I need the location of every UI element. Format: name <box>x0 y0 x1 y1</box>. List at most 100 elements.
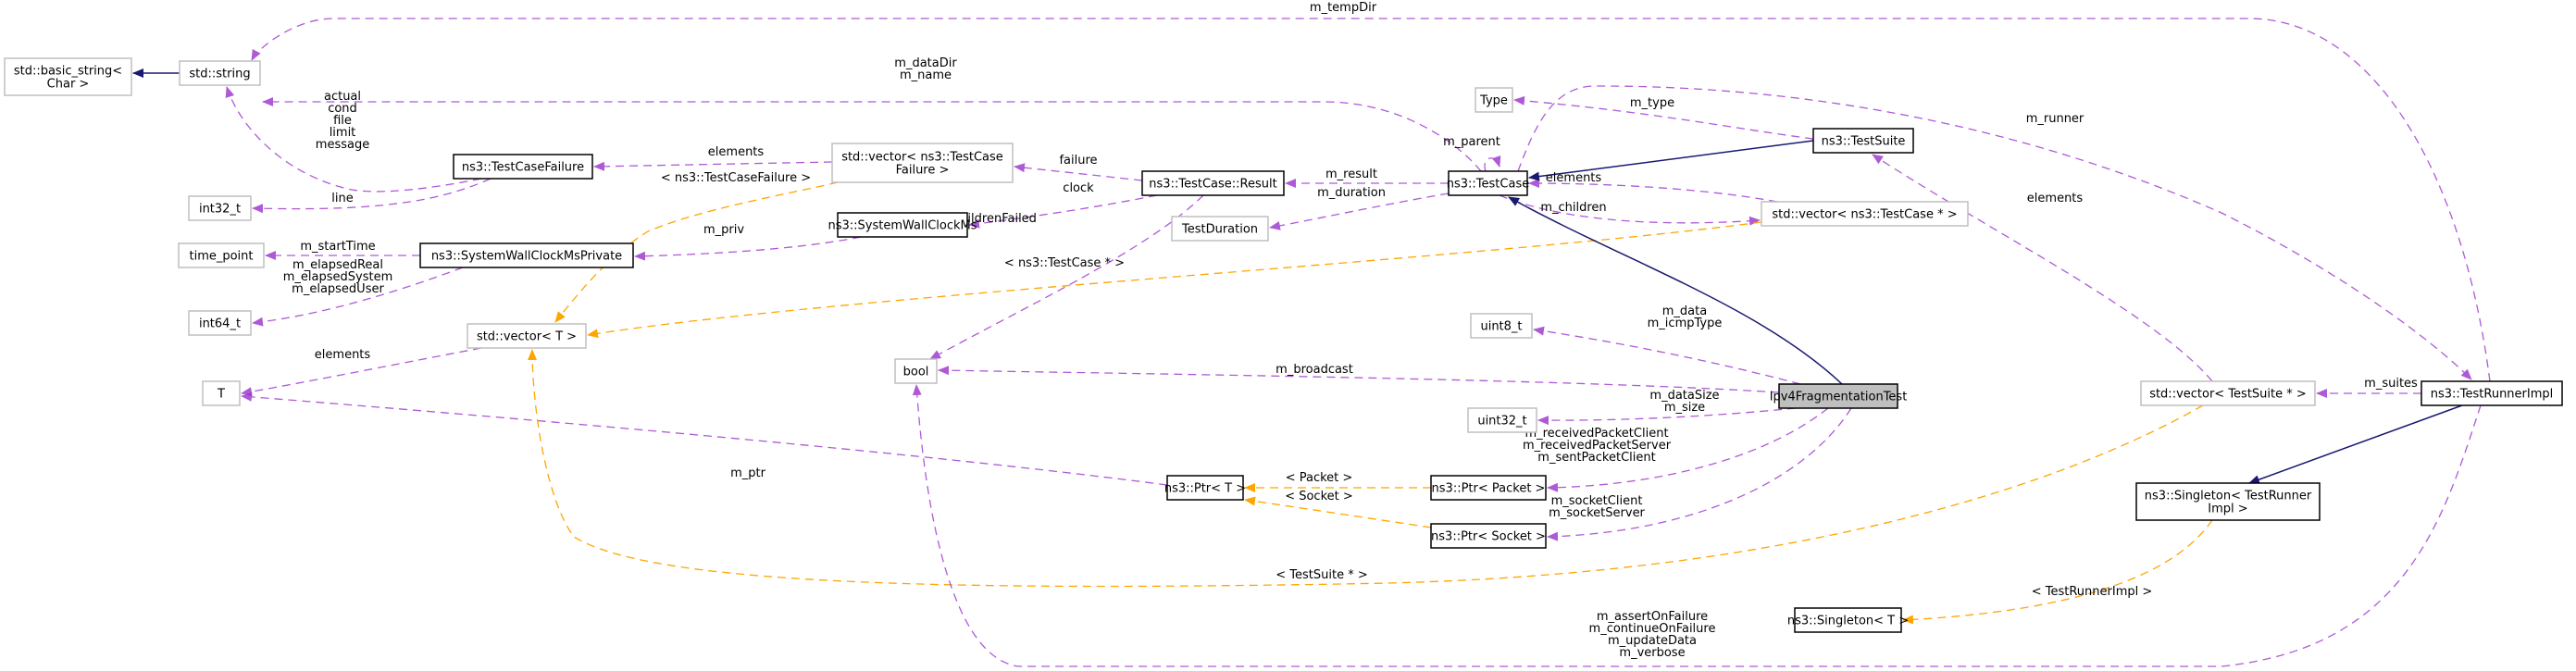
edge-label: m_suites <box>2364 377 2418 391</box>
class-node-label-line: bool <box>903 366 929 379</box>
class-node-uint32[interactable]: uint32_t <box>1467 407 1537 433</box>
member-edge-testcase-to-vectestcase <box>1499 194 1761 226</box>
class-node-focus[interactable]: Ipv4FragmentationTest <box>1770 383 1908 409</box>
class-node-label-line: uint8_t <box>1480 320 1522 334</box>
edge-label-line: m_name <box>900 68 952 82</box>
edge-label: m_duration <box>1317 186 1386 200</box>
member-edge-testcase-to-testcase <box>1484 155 1501 172</box>
edge-label: < ns3::TestCaseFailure > <box>661 171 811 185</box>
class-node-label: ns3::TestCaseFailure <box>462 161 584 175</box>
edge-label-line: clock <box>1063 181 1094 195</box>
class-node-label-line: ns3::SystemWallClockMsPrivate <box>431 250 622 264</box>
class-node-label-line: std::vector< T > <box>477 330 577 344</box>
collaboration-diagram: m_tempDir m_dataDir m_name actual cond file li… <box>4 1 2563 667</box>
edge-label: < ns3::TestCase * > <box>1004 256 1125 270</box>
edge-label: < Packet > <box>1286 471 1353 485</box>
class-node-bool[interactable]: bool <box>894 358 938 384</box>
class-node-label: ns3::SystemWallClockMs <box>828 219 977 233</box>
edge-label: elements <box>708 145 765 159</box>
class-node-testcase[interactable]: ns3::TestCase <box>1447 170 1529 196</box>
edge-label: m_assertOnFailure m_continueOnFailure m_up… <box>1589 610 1716 660</box>
class-node-ptrpacket[interactable]: ns3::Ptr< Packet > <box>1430 475 1547 501</box>
class-node-vecT[interactable]: std::vector< T > <box>467 323 587 349</box>
class-node-int64[interactable]: int64_t <box>188 310 252 336</box>
edge-label: m_priv <box>703 223 744 237</box>
class-node-type[interactable]: Type <box>1475 87 1513 113</box>
edge-label: elements <box>2027 192 2084 205</box>
class-node-basic_string[interactable]: std::basic_string< Char > <box>4 57 132 96</box>
class-node-testcasefailure[interactable]: ns3::TestCaseFailure <box>453 154 593 180</box>
edge-label-line: < ns3::TestCase * > <box>1004 256 1125 270</box>
member-edge-vectestcase-to-testcase <box>1528 179 1778 203</box>
class-node-label: ns3::TestSuite <box>1822 135 1906 149</box>
class-node-vecsuite[interactable]: std::vector< TestSuite * > <box>2140 380 2316 406</box>
class-node-int32[interactable]: int32_t <box>188 195 252 221</box>
class-node-label: ns3::Ptr< Packet > <box>1432 482 1546 496</box>
edge-label: elements <box>315 348 371 362</box>
edge-label-line: elements <box>708 145 765 159</box>
class-node-label: bool <box>903 366 929 379</box>
class-node-label-line: TestDuration <box>1181 223 1258 237</box>
class-node-label: uint32_t <box>1477 415 1526 429</box>
edge-label-line: elements <box>1546 171 1602 185</box>
class-node-label-line: std::vector< ns3::TestCase <box>841 151 1003 165</box>
class-node-label: ns3::TestCase::Result <box>1149 178 1276 192</box>
edge-label: m_dataSize m_size <box>1649 389 1719 415</box>
class-node-label-line: ns3::SystemWallClockMs <box>828 219 977 233</box>
class-node-label-line: std::vector< TestSuite * > <box>2149 388 2307 402</box>
class-node-label-line: Type <box>1479 94 1508 108</box>
class-node-label: int32_t <box>199 203 241 217</box>
class-node-label: ns3::TestCase <box>1447 178 1529 192</box>
edge-label-line: failure <box>1059 154 1097 168</box>
edge-label-line: m_socketServer <box>1549 506 1645 520</box>
template-edge-ptrsocket-to-ptrT <box>1244 496 1432 528</box>
class-node-label: Type <box>1479 94 1508 108</box>
member-edge-testcasefailure-to-int32 <box>252 178 492 214</box>
class-node-label-line: Failure > <box>896 164 950 178</box>
class-node-ptrsocket[interactable]: ns3::Ptr< Socket > <box>1430 523 1547 549</box>
class-node-label: TestDuration <box>1181 223 1258 237</box>
class-node-label: ns3::Ptr< T > <box>1164 482 1246 496</box>
edge-label: m_result <box>1325 168 1377 181</box>
member-edge-focus-to-uint8 <box>1533 326 1801 385</box>
class-node-ptrT[interactable]: ns3::Ptr< T > <box>1164 475 1246 501</box>
class-node-T[interactable]: T <box>202 380 241 406</box>
class-node-label-line: T <box>217 388 225 402</box>
class-node-result[interactable]: ns3::TestCase::Result <box>1141 170 1285 196</box>
edge-label-line: < Packet > <box>1286 471 1353 485</box>
class-node-uint8[interactable]: uint8_t <box>1470 313 1533 339</box>
class-node-label: std::vector< TestSuite * > <box>2149 388 2307 402</box>
edge-label-line: m_parent <box>1443 135 1500 149</box>
template-edge-vecsuite-to-vecT <box>528 349 2204 588</box>
member-edge-vecfailure-to-testcasefailure <box>593 161 833 171</box>
edge-label-line: < TestSuite * > <box>1276 568 1367 582</box>
class-node-label: time_point <box>189 250 253 264</box>
edge-label: < TestSuite * > <box>1276 568 1367 582</box>
edge-label: m_socketClient m_socketServer <box>1549 494 1645 520</box>
class-node-label: uint8_t <box>1480 320 1522 334</box>
edge-label-line: < TestRunnerImpl > <box>2032 585 2153 599</box>
edge-label: m_type <box>1630 96 1674 110</box>
class-node-singletonimpl[interactable]: ns3::Singleton< TestRunner Impl > <box>2135 482 2321 521</box>
member-edge-result-to-vecfailure <box>1014 163 1143 181</box>
class-node-runnerimpl[interactable]: ns3::TestRunnerImpl <box>2420 380 2563 406</box>
edge-label: m_broadcast <box>1276 363 1353 377</box>
edge-label: failure <box>1059 154 1097 168</box>
edge-label: m_tempDir <box>1310 1 1377 15</box>
class-node-testduration[interactable]: TestDuration <box>1171 216 1269 242</box>
class-node-vecfailure[interactable]: std::vector< ns3::TestCase Failure > <box>831 143 1014 183</box>
class-node-swcmp[interactable]: ns3::SystemWallClockMsPrivate <box>419 242 634 268</box>
class-node-label-line: ns3::Ptr< Packet > <box>1432 482 1546 496</box>
class-node-string[interactable]: std::string <box>179 60 261 86</box>
class-node-label-line: Ipv4FragmentationTest <box>1770 391 1908 404</box>
class-node-vectestcase[interactable]: std::vector< ns3::TestCase * > <box>1761 201 1969 227</box>
template-edge-singletonimpl-to-singletonT <box>1902 519 2213 625</box>
class-node-singletonT[interactable]: ns3::Singleton< T > <box>1787 607 1909 633</box>
class-node-label-line: int32_t <box>199 203 241 217</box>
class-node-label-line: ns3::Ptr< Socket > <box>1431 530 1546 544</box>
class-node-swcm[interactable]: ns3::SystemWallClockMs <box>828 212 977 238</box>
edge-label-line: m_sentPacketClient <box>1537 451 1655 465</box>
class-node-testsuite[interactable]: ns3::TestSuite <box>1812 128 1914 154</box>
class-node-label-line: ns3::Ptr< T > <box>1164 482 1246 496</box>
class-node-time_point[interactable]: time_point <box>178 242 265 268</box>
